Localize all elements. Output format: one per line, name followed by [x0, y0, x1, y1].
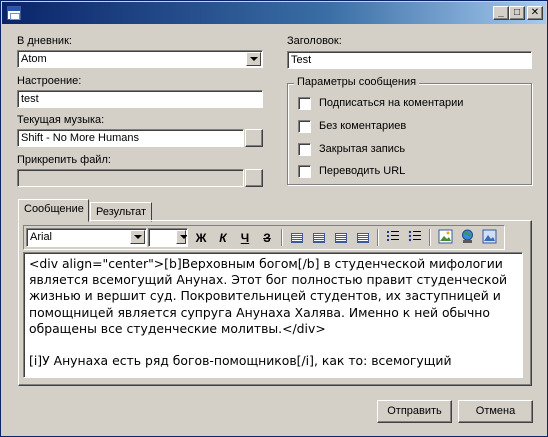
title-bar[interactable]: _ □ ✕ [2, 2, 546, 24]
attach-label: Прикрепить файл: [17, 154, 111, 166]
attach-file-input[interactable] [17, 169, 244, 187]
title-input[interactable]: Test [287, 51, 532, 69]
music-label: Текущая музыка: [17, 114, 105, 126]
toolbar-separator [429, 229, 431, 246]
image-icon [438, 229, 452, 244]
align-left-button[interactable] [288, 229, 306, 247]
message-editor[interactable]: <div align="center">[b]Верховным богом[/… [23, 252, 523, 378]
cancel-button[interactable]: Отмена [458, 400, 533, 423]
toolbar-separator [281, 229, 283, 246]
align-right-icon [335, 233, 347, 243]
strikethrough-button[interactable]: З [258, 229, 276, 247]
font-select[interactable]: Arial [26, 228, 147, 247]
align-center-button[interactable] [310, 229, 328, 247]
music-browse-button[interactable] [245, 129, 263, 147]
underline-button[interactable]: Ч [236, 229, 254, 247]
chevron-down-icon[interactable] [246, 52, 261, 66]
numbered-list-button[interactable] [384, 229, 402, 247]
subscribe-comments-label: Подписаться на коментарии [319, 97, 464, 109]
align-justify-icon [357, 233, 369, 243]
post-editor-window: _ □ ✕ В дневник: Atom Настроение: test Т… [0, 0, 548, 437]
tab-message[interactable]: Сообщение [18, 199, 89, 222]
translate-url-label: Переводить URL [319, 165, 406, 177]
diary-select-value: Atom [21, 53, 47, 65]
private-post-label: Закрытая запись [319, 143, 406, 155]
mood-input[interactable]: test [17, 90, 263, 108]
message-params-title: Параметры сообщения [294, 76, 420, 88]
align-justify-button[interactable] [354, 229, 372, 247]
send-button[interactable]: Отправить [377, 400, 452, 423]
app-window-icon[interactable] [7, 6, 21, 20]
minimize-button[interactable]: _ [493, 6, 509, 20]
maximize-button[interactable]: □ [509, 6, 525, 20]
align-center-icon [313, 233, 325, 243]
formatting-toolbar: Arial Ж К Ч З [23, 225, 505, 250]
close-button[interactable]: ✕ [527, 6, 543, 20]
insert-picture-button[interactable] [480, 229, 498, 247]
tab-result[interactable]: Результат [90, 202, 152, 222]
chevron-down-icon[interactable] [176, 230, 187, 244]
private-post-checkbox[interactable] [298, 143, 311, 156]
bold-button[interactable]: Ж [192, 229, 210, 247]
translate-url-checkbox[interactable] [298, 165, 311, 178]
font-select-value: Arial [30, 231, 53, 243]
attach-browse-button[interactable] [245, 169, 263, 187]
message-params-group: Параметры сообщения Подписаться на комен… [287, 76, 532, 185]
title-label: Заголовок: [287, 35, 342, 47]
subscribe-comments-checkbox[interactable] [298, 97, 311, 110]
chevron-down-icon[interactable] [130, 230, 145, 244]
bulleted-list-button[interactable] [406, 229, 424, 247]
globe-link-icon [461, 229, 473, 243]
no-comments-checkbox[interactable] [298, 120, 311, 133]
picture-icon [482, 229, 496, 244]
toolbar-separator [377, 229, 379, 246]
bulleted-list-icon [408, 230, 421, 242]
align-left-icon [291, 233, 303, 243]
diary-select[interactable]: Atom [17, 50, 263, 68]
no-comments-label: Без коментариев [319, 120, 407, 132]
insert-link-button[interactable] [458, 229, 476, 247]
diary-label: В дневник: [17, 35, 72, 47]
align-right-button[interactable] [332, 229, 350, 247]
music-input[interactable]: Shift - No More Humans [17, 129, 244, 147]
mood-label: Настроение: [17, 75, 82, 87]
insert-image-button[interactable] [436, 229, 454, 247]
numbered-list-icon [387, 231, 399, 241]
italic-button[interactable]: К [214, 229, 232, 247]
font-size-select[interactable] [148, 228, 188, 247]
